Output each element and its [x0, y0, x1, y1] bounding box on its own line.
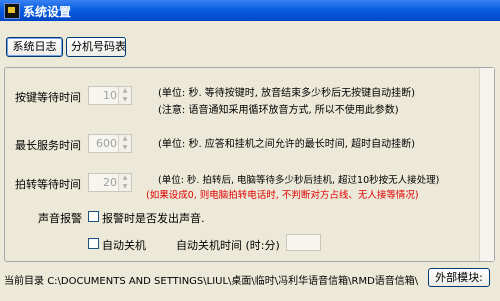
spinner-arrows: ▲ ▼: [118, 135, 131, 152]
current-dir-path: C:\DOCUMENTS AND SETTINGS\LIUL\桌面\临时\冯利华…: [47, 276, 419, 287]
transfer-wait-warning: (如果设成0, 则电脑拍转电话时, 不判断对方占线、无人接等情况): [146, 190, 419, 201]
auto-shutdown-checkbox-label[interactable]: 自动关机: [102, 237, 146, 253]
spin-up-icon[interactable]: ▲: [119, 174, 131, 182]
system-log-button[interactable]: 系统日志: [6, 37, 63, 57]
extension-table-button[interactable]: 分机号码表: [66, 37, 126, 57]
vertical-scrollbar[interactable]: [479, 68, 494, 261]
transfer-wait-value: 20: [103, 176, 117, 189]
current-dir-label: 当前目录: [4, 276, 44, 287]
transfer-wait-note: (单位: 秒. 拍转后, 电脑等待多少秒后挂机, 超过10秒按无人接处理): [158, 175, 440, 186]
spin-down-icon[interactable]: ▼: [119, 144, 131, 152]
key-wait-spinner[interactable]: 10 ▲ ▼: [88, 86, 132, 105]
spin-up-icon[interactable]: ▲: [119, 87, 131, 95]
window-title: 系统设置: [23, 5, 72, 19]
current-directory: 当前目录 C:\DOCUMENTS AND SETTINGS\LIUL\桌面\临…: [4, 272, 418, 287]
key-wait-attention-note: (注意: 语音通知采用循环放音方式, 所以不使用此参数): [158, 105, 399, 116]
spinner-arrows: ▲ ▼: [118, 87, 131, 104]
title-bar: 系统设置: [0, 0, 500, 21]
sound-alarm-label: 声音报警: [38, 212, 82, 225]
max-service-note: (单位: 秒. 应答和挂机之间允许的最长时间, 超时自动挂断): [158, 139, 416, 150]
key-wait-note: (单位: 秒. 等待按键时, 放音结束多少秒后无按键自动挂断): [158, 88, 416, 99]
auto-shutdown-checkbox[interactable]: [88, 238, 99, 249]
spinner-arrows: ▲ ▼: [118, 174, 131, 191]
sound-alarm-checkbox-label[interactable]: 报警时是否发出声音.: [102, 210, 205, 226]
sound-alarm-checkbox[interactable]: [88, 211, 99, 222]
transfer-wait-label: 拍转等待时间: [15, 178, 81, 191]
shutdown-time-label: 自动关机时间 (时:分): [176, 239, 280, 252]
shutdown-time-input[interactable]: [286, 234, 321, 251]
max-service-spinner[interactable]: 600 ▲ ▼: [88, 134, 132, 153]
transfer-wait-spinner[interactable]: 20 ▲ ▼: [88, 173, 132, 192]
spin-up-icon[interactable]: ▲: [119, 135, 131, 143]
external-module-button[interactable]: 外部模块:: [428, 268, 490, 287]
spin-down-icon[interactable]: ▼: [119, 183, 131, 191]
app-icon: [4, 3, 20, 19]
key-wait-value: 10: [103, 89, 117, 102]
max-service-label: 最长服务时间: [15, 139, 81, 152]
spin-down-icon[interactable]: ▼: [119, 96, 131, 104]
key-wait-label: 按键等待时间: [15, 91, 81, 104]
max-service-value: 600: [96, 137, 117, 150]
